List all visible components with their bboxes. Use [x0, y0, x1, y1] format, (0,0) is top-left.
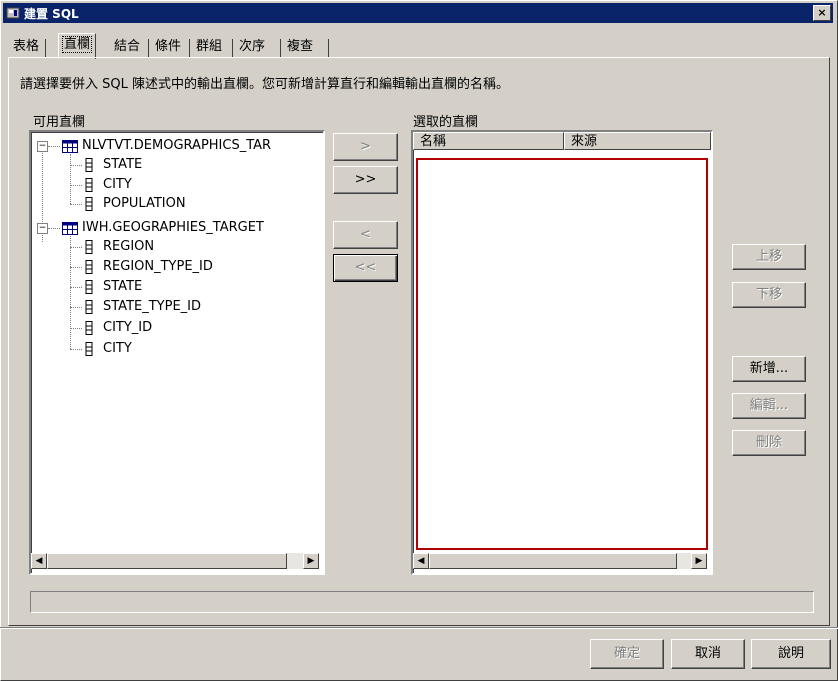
title-bar[interactable]: 建置 SQL ×	[3, 3, 833, 23]
column-icon	[85, 158, 93, 172]
tab-tables[interactable]: 表格	[9, 37, 43, 57]
tree-line	[70, 154, 71, 204]
arrow-right-icon: ▶	[695, 556, 703, 566]
tree-line	[70, 307, 82, 308]
selected-columns-list[interactable]: 名稱 來源 ◀ ▶	[411, 130, 713, 575]
tree-column-node[interactable]: STATE	[103, 277, 142, 297]
tab-divider	[148, 39, 149, 57]
collapse-icon[interactable]: −	[37, 141, 48, 152]
ok-button[interactable]: 確定	[590, 639, 664, 669]
instructions-text: 請選擇要併入 SQL 陳述式中的輸出直欄。您可新增計算直行和編輯輸出直欄的名稱。	[20, 77, 509, 92]
tab-review[interactable]: 複查	[283, 37, 317, 57]
tree-line	[70, 349, 82, 350]
add-all-columns-button[interactable]: >>	[333, 166, 398, 194]
tree-column-node[interactable]: REGION_TYPE_ID	[103, 257, 213, 277]
column-icon	[85, 321, 93, 335]
arrow-left-icon: ◀	[35, 556, 43, 566]
collapse-icon[interactable]: −	[37, 223, 48, 234]
tree-table-node[interactable]: IWH.GEOGRAPHIES_TARGET	[82, 218, 264, 238]
column-icon	[85, 240, 93, 254]
tree-line	[70, 165, 82, 166]
edit-button[interactable]: 編輯...	[732, 393, 806, 419]
column-icon	[85, 178, 93, 192]
tree-column-node[interactable]: CITY	[103, 339, 132, 359]
delete-button[interactable]: 刪除	[732, 430, 806, 456]
window-title: 建置 SQL	[24, 7, 79, 21]
tree-line	[70, 247, 82, 248]
remove-all-columns-button[interactable]: <<	[333, 254, 398, 282]
tree-line	[70, 287, 82, 288]
selected-columns-label: 選取的直欄	[413, 115, 479, 130]
close-icon: ×	[817, 6, 827, 19]
move-up-button[interactable]: 上移	[732, 244, 806, 270]
column-header-name[interactable]: 名稱	[413, 132, 564, 150]
available-hscrollbar[interactable]: ◀ ▶	[31, 553, 319, 569]
footer-separator	[0, 627, 838, 629]
selected-list-body[interactable]	[416, 158, 708, 550]
move-down-button[interactable]: 下移	[732, 282, 806, 308]
arrow-right-icon: ▶	[307, 556, 315, 566]
scroll-right-button[interactable]: ▶	[303, 553, 319, 569]
status-field	[30, 591, 814, 613]
column-icon	[85, 260, 93, 274]
tree-line	[70, 328, 82, 329]
available-columns-label: 可用直欄	[33, 115, 86, 130]
app-icon	[6, 7, 20, 19]
tree-line	[70, 267, 82, 268]
tree-line	[70, 185, 82, 186]
tree-column-node[interactable]: STATE	[103, 155, 142, 175]
tree-line	[70, 204, 82, 205]
tab-joins[interactable]: 結合	[110, 37, 144, 57]
tree-line	[48, 146, 60, 147]
tree-column-node[interactable]: CITY_ID	[103, 318, 152, 338]
tab-conditions[interactable]: 條件	[151, 37, 185, 57]
scroll-left-button[interactable]: ◀	[413, 553, 429, 569]
tab-groups[interactable]: 群組	[192, 37, 226, 57]
column-header-source[interactable]: 來源	[564, 132, 711, 150]
tree-line	[70, 236, 71, 349]
tree-column-node[interactable]: STATE_TYPE_ID	[103, 297, 201, 317]
close-button[interactable]: ×	[813, 5, 831, 21]
tab-divider	[328, 39, 329, 57]
column-icon	[85, 197, 93, 211]
scroll-thumb[interactable]	[47, 553, 287, 569]
tab-columns[interactable]: 直欄	[58, 33, 97, 59]
tree-column-node[interactable]: REGION	[103, 237, 154, 257]
add-button[interactable]: 新增...	[732, 356, 806, 382]
tree-table-node[interactable]: NLVTVT.DEMOGRAPHICS_TAR	[82, 136, 271, 156]
tab-order[interactable]: 次序	[235, 37, 269, 57]
scroll-right-button[interactable]: ▶	[691, 553, 707, 569]
tree-column-node[interactable]: CITY	[103, 175, 132, 195]
tree-column-node[interactable]: POPULATION	[103, 194, 186, 214]
column-icon	[85, 280, 93, 294]
tree-line	[48, 228, 60, 229]
available-columns-tree[interactable]: − NLVTVT.DEMOGRAPHICS_TAR STATE CITY POP…	[29, 130, 325, 575]
remove-column-button[interactable]: <	[333, 221, 398, 249]
tab-divider	[45, 39, 46, 57]
table-icon	[62, 140, 78, 153]
help-button[interactable]: 說明	[751, 639, 831, 669]
tab-divider	[232, 39, 233, 57]
column-icon	[85, 342, 93, 356]
selected-hscrollbar[interactable]: ◀ ▶	[413, 553, 707, 569]
scroll-left-button[interactable]: ◀	[31, 553, 47, 569]
add-column-button[interactable]: >	[333, 133, 398, 161]
column-icon	[85, 300, 93, 314]
tab-divider	[189, 39, 190, 57]
cancel-button[interactable]: 取消	[671, 639, 745, 669]
scroll-thumb[interactable]	[429, 553, 677, 569]
arrow-left-icon: ◀	[417, 556, 425, 566]
table-icon	[62, 222, 78, 235]
tab-divider	[280, 39, 281, 57]
